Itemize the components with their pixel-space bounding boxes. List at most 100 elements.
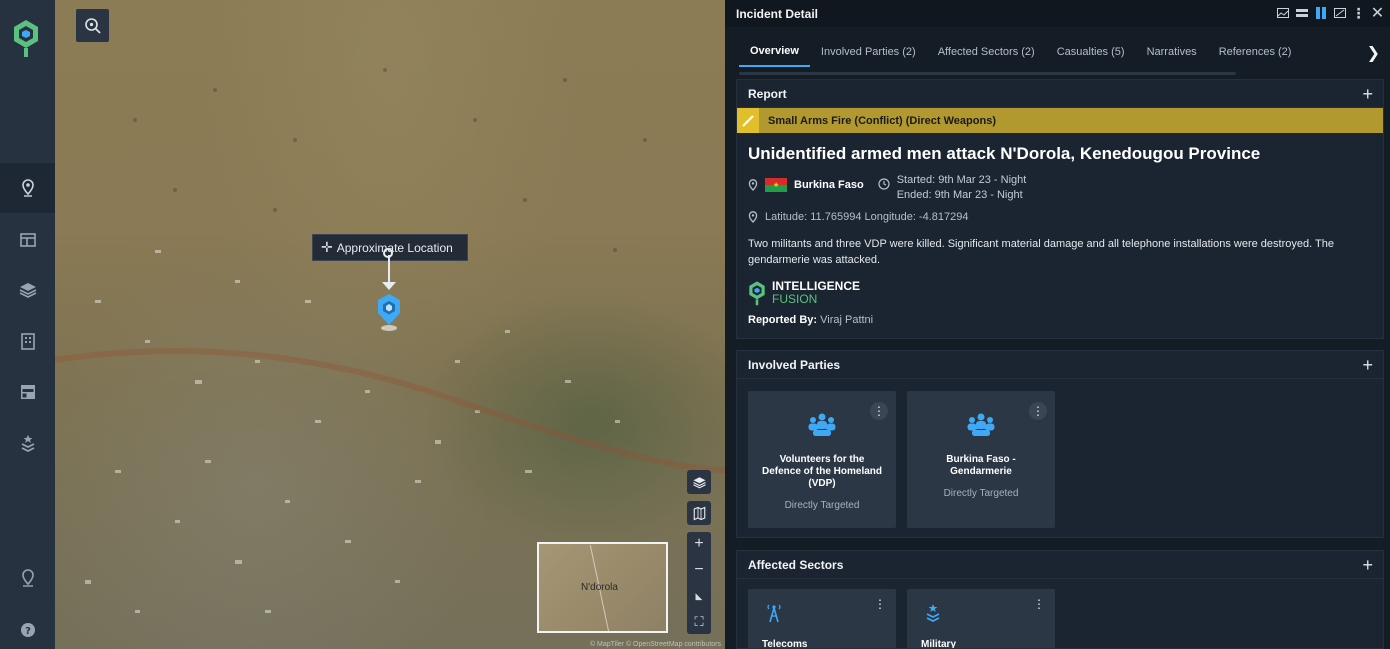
svg-text:?: ? — [25, 626, 31, 637]
military-rank-icon — [926, 604, 940, 623]
rail-table-icon[interactable] — [0, 367, 55, 417]
reporter-name: Viraj Pattni — [820, 314, 874, 326]
tab-involved-parties[interactable]: Involved Parties (2) — [810, 37, 927, 67]
panel-header: Incident Detail ⋮ ✕ — [725, 0, 1390, 27]
tabs-scrollbar[interactable] — [739, 72, 1236, 75]
layers-icon — [692, 476, 706, 488]
incident-detail-panel: Incident Detail ⋮ ✕ Overview Involved Pa… — [725, 0, 1390, 649]
sector-name: Military — [921, 639, 957, 649]
affected-sectors-title: Affected Sectors — [748, 557, 844, 572]
pin-leader-line — [388, 255, 390, 285]
rail-incidents-map-pin-icon[interactable] — [0, 163, 55, 213]
involved-parties-header: Involved Parties + — [737, 351, 1383, 379]
compass-button[interactable]: ◣ — [687, 584, 711, 608]
end-date: Ended: 9th Mar 23 - Night — [896, 189, 1023, 201]
source-subtitle: FUSION — [772, 292, 818, 306]
tab-affected-sectors[interactable]: Affected Sectors (2) — [927, 37, 1046, 67]
tab-overview[interactable]: Overview — [739, 37, 810, 67]
incident-category: Small Arms Fire (Conflict) (Direct Weapo… — [768, 114, 996, 127]
rail-buildings-icon[interactable] — [0, 316, 55, 366]
incident-description: Two militants and three VDP were killed.… — [748, 238, 1334, 266]
location-pin-icon — [748, 179, 758, 191]
report-section-title: Report — [748, 86, 787, 101]
zoom-out-button[interactable]: − — [687, 558, 711, 582]
clock-icon — [878, 178, 890, 190]
incident-meta: ★ Burkina Faso Started: 9th Mar 23 - Nig… — [737, 164, 1383, 203]
add-sector-plus-icon[interactable]: + — [1362, 555, 1373, 576]
left-rail: ? — [0, 0, 55, 649]
telecoms-tower-icon — [767, 604, 781, 623]
app-root: ? ✛ Approximate Location + − ◣ ⛶ N'dorol… — [0, 0, 1390, 649]
map-tools: + − ◣ ⛶ — [687, 470, 711, 636]
group-people-icon — [967, 413, 995, 436]
map-search-zoom-button[interactable] — [76, 9, 109, 42]
tab-references[interactable]: References (2) — [1208, 37, 1303, 67]
detail-tabs: Overview Involved Parties (2) Affected S… — [725, 27, 1390, 77]
map-icon — [693, 506, 705, 520]
rail-help-icon[interactable]: ? — [0, 605, 55, 649]
reported-by-label: Reported By: — [748, 314, 818, 326]
minimap-place-label: N'dorola — [581, 582, 618, 593]
minus-icon: − — [694, 561, 704, 578]
affected-sectors-card: Affected Sectors + ⋮ Telecoms ⋮ Military — [736, 550, 1384, 649]
tabs-scroll-right-chevron-icon[interactable]: ❯ — [1367, 43, 1380, 63]
incident-dates: Started: 9th Mar 23 - Night Ended: 9th M… — [878, 173, 1027, 203]
layout-map-only-icon[interactable] — [1276, 5, 1289, 21]
tab-narratives[interactable]: Narratives — [1136, 37, 1208, 67]
app-logo-icon[interactable] — [12, 18, 40, 58]
map-style-button[interactable] — [687, 501, 711, 525]
party-role: Directly Targeted — [784, 500, 860, 511]
satellite-map[interactable]: ✛ Approximate Location + − ◣ ⛶ N'dorola … — [55, 0, 725, 649]
location-pin-icon — [748, 211, 758, 223]
report-card-header: Report + — [737, 80, 1383, 108]
sector-name: Telecoms — [762, 639, 808, 649]
party-name: Volunteers for the Defence of the Homela… — [761, 454, 883, 489]
party-more-options-icon[interactable]: ⋮ — [1029, 402, 1047, 420]
map-attribution: © MapTiler © OpenStreetMap contributors — [589, 641, 721, 648]
rail-news-icon[interactable] — [0, 215, 55, 265]
layout-detail-only-icon[interactable] — [1333, 5, 1346, 21]
party-more-options-icon[interactable]: ⋮ — [870, 402, 888, 420]
party-card[interactable]: ⋮ Volunteers for the Defence of the Home… — [748, 391, 896, 528]
party-role: Directly Targeted — [943, 488, 1019, 499]
plus-icon: ✛ — [321, 239, 333, 255]
incident-coordinates-row: Latitude: 11.765994 Longitude: -4.817294 — [737, 203, 1383, 223]
incident-coordinates: Latitude: 11.765994 Longitude: -4.817294 — [765, 211, 969, 223]
intelligence-fusion-logo-icon — [749, 281, 765, 306]
group-people-icon — [808, 413, 836, 436]
compass-icon: ◣ — [695, 590, 703, 601]
rail-military-rank-icon[interactable] — [0, 418, 55, 468]
burkina-faso-flag-icon: ★ — [765, 178, 787, 192]
more-options-icon[interactable]: ⋮ — [1352, 5, 1366, 21]
sector-card[interactable]: ⋮ Telecoms — [748, 589, 896, 649]
involved-parties-title: Involved Parties — [748, 357, 841, 372]
add-party-plus-icon[interactable]: + — [1362, 355, 1373, 376]
layout-rows-icon[interactable] — [1295, 5, 1308, 21]
fullscreen-icon: ⛶ — [694, 614, 704, 629]
incident-category-band: Small Arms Fire (Conflict) (Direct Weapo… — [737, 108, 1383, 133]
party-card[interactable]: ⋮ Burkina Faso - Gendarmerie Directly Ta… — [907, 391, 1055, 528]
rail-location-icon[interactable] — [0, 553, 55, 603]
rail-layers-icon[interactable] — [0, 265, 55, 315]
country-name: Burkina Faso — [794, 179, 864, 191]
overview-minimap[interactable]: N'dorola — [537, 542, 668, 633]
involved-parties-card: Involved Parties + ⋮ Volunteers for the … — [736, 350, 1384, 538]
sector-more-options-icon[interactable]: ⋮ — [1033, 597, 1045, 611]
zoom-in-button[interactable]: + — [687, 532, 711, 556]
source-logo: INTELLIGENCE FUSION — [737, 268, 1383, 306]
sector-card[interactable]: ⋮ Military — [907, 589, 1055, 649]
sector-more-options-icon[interactable]: ⋮ — [874, 597, 886, 611]
close-icon[interactable]: ✕ — [1371, 5, 1384, 22]
map-layers-button[interactable] — [687, 470, 711, 494]
report-card: Report + Small Arms Fire (Conflict) (Dir… — [736, 79, 1384, 339]
tab-casualties[interactable]: Casualties (5) — [1046, 37, 1136, 67]
small-arms-fire-icon — [737, 108, 759, 133]
panel-title: Incident Detail — [736, 6, 819, 21]
affected-sectors-header: Affected Sectors + — [737, 551, 1383, 579]
start-date: Started: 9th Mar 23 - Night — [896, 174, 1027, 186]
incident-map-pin-icon[interactable] — [373, 292, 405, 332]
approximate-location-label: Approximate Location — [336, 240, 453, 255]
layout-columns-icon[interactable] — [1314, 5, 1327, 21]
report-add-plus-icon[interactable]: + — [1362, 84, 1373, 105]
fullscreen-button[interactable]: ⛶ — [687, 610, 711, 634]
